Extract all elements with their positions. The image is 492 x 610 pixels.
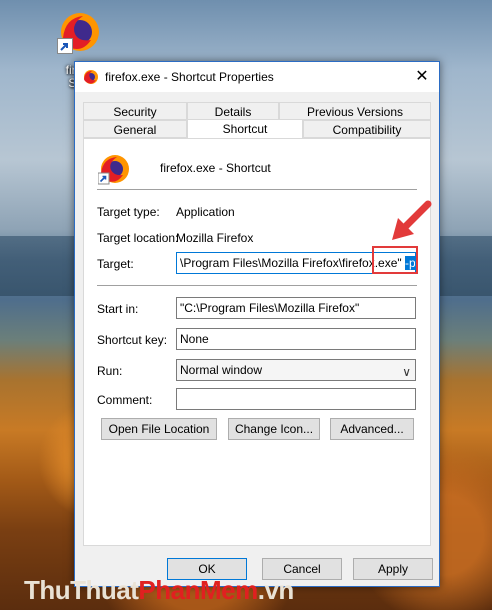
- tab-security[interactable]: Security: [83, 102, 187, 120]
- close-button[interactable]: ✕: [405, 62, 439, 92]
- start-in-input[interactable]: "C:\Program Files\Mozilla Firefox": [176, 297, 416, 319]
- target-type-label: Target type:: [97, 205, 160, 219]
- run-label: Run:: [97, 364, 123, 378]
- pointer-arrow-icon: [392, 200, 432, 240]
- tab-compatibility[interactable]: Compatibility: [303, 120, 431, 138]
- target-label: Target:: [97, 257, 134, 271]
- comment-input[interactable]: [176, 388, 416, 410]
- run-select[interactable]: Normal window ∨: [176, 359, 416, 381]
- highlight-box: [372, 246, 418, 274]
- title-bar[interactable]: firefox.exe - Shortcut Properties ✕: [75, 62, 439, 92]
- firefox-icon: [57, 10, 101, 54]
- window-title: firefox.exe - Shortcut Properties: [105, 70, 274, 84]
- target-location-label: Target location:: [97, 231, 179, 245]
- tab-details[interactable]: Details: [187, 102, 279, 120]
- shortcut-arrow-icon: [57, 38, 73, 54]
- change-icon-button[interactable]: Change Icon...: [228, 418, 320, 440]
- target-type-value: Application: [176, 205, 235, 219]
- advanced-button[interactable]: Advanced...: [330, 418, 414, 440]
- firefox-icon: [97, 153, 130, 185]
- tab-previous-versions[interactable]: Previous Versions: [279, 102, 431, 120]
- comment-label: Comment:: [97, 393, 153, 407]
- tab-general[interactable]: General: [83, 120, 187, 138]
- open-file-location-button[interactable]: Open File Location: [101, 418, 217, 440]
- shortcut-key-label: Shortcut key:: [97, 333, 168, 347]
- apply-button[interactable]: Apply: [353, 558, 433, 580]
- shortcut-panel: firefox.exe - Shortcut Target type: Appl…: [83, 138, 431, 546]
- start-in-label: Start in:: [97, 302, 139, 316]
- shortcut-name: firefox.exe - Shortcut: [160, 161, 271, 175]
- tab-strip: Security Details Previous Versions Gener…: [83, 102, 431, 139]
- firefox-icon: [84, 70, 98, 84]
- target-location-value: Mozilla Firefox: [176, 231, 254, 245]
- shortcut-key-input[interactable]: None: [176, 328, 416, 350]
- tab-shortcut[interactable]: Shortcut: [187, 119, 303, 139]
- chevron-down-icon: ∨: [402, 365, 411, 379]
- separator: [97, 189, 417, 190]
- separator: [97, 285, 417, 286]
- watermark-logo: ThuThuatPhanMem.vn: [24, 575, 294, 605]
- run-select-value: Normal window: [180, 363, 263, 377]
- properties-dialog: firefox.exe - Shortcut Properties ✕ Secu…: [74, 61, 440, 587]
